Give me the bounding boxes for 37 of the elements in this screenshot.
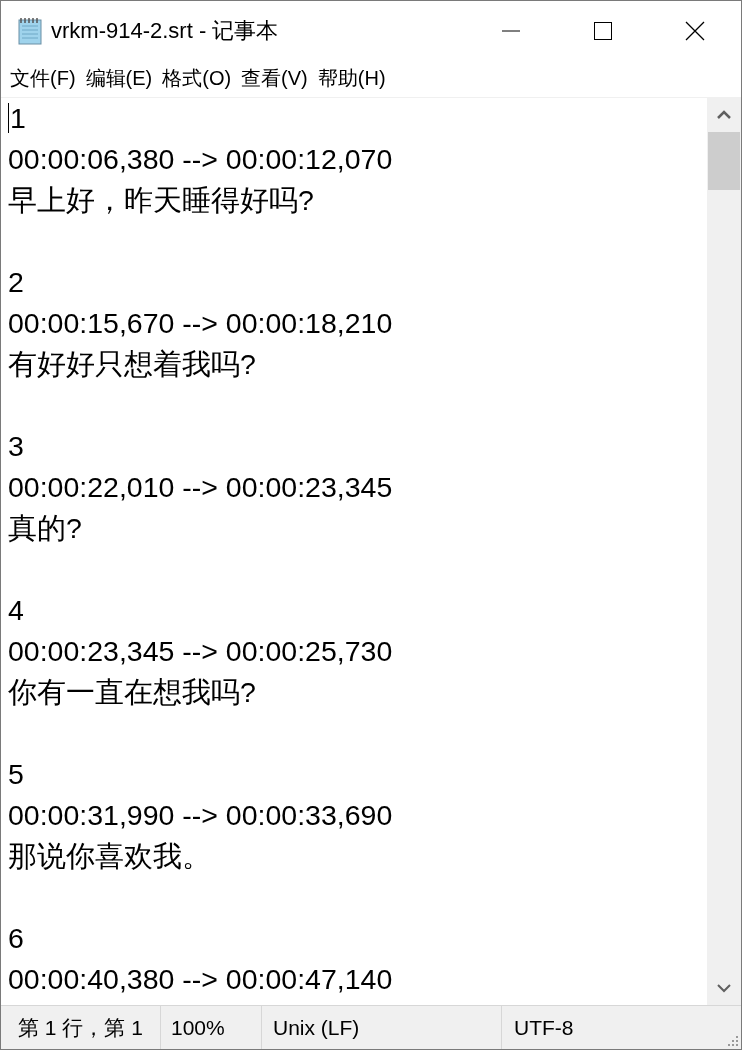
cursor-position: 第 1 行，第 1 [17, 1014, 143, 1041]
subtitle-timing: 00:00:22,010 --> 00:00:23,345 [8, 469, 393, 505]
subtitle-text: 那说你喜欢我。 [8, 838, 211, 874]
text-cursor [8, 103, 9, 134]
chevron-down-icon [717, 983, 731, 994]
subtitle-timing: 00:00:31,990 --> 00:00:33,690 [8, 797, 393, 833]
menu-item[interactable]: 格式(O) [157, 63, 237, 95]
subtitle-index: 3 [8, 428, 24, 464]
subtitle-index: 1 [10, 100, 26, 136]
subtitle-timing: 00:00:06,380 --> 00:00:12,070 [8, 141, 393, 177]
menu-item[interactable]: 文件(F) [5, 63, 81, 95]
menu-item[interactable]: 编辑(E) [80, 63, 158, 95]
notepad-icon [15, 16, 45, 46]
zoom-level: 100% [170, 1015, 225, 1040]
subtitle-timing: 00:00:23,345 --> 00:00:25,730 [8, 633, 393, 669]
vertical-scrollbar[interactable] [707, 97, 741, 1006]
menu-item[interactable]: 帮助(H) [312, 63, 391, 95]
line-ending: Unix (LF) [272, 1015, 360, 1040]
chevron-up-icon [717, 109, 731, 120]
resize-grip-icon[interactable] [726, 1034, 738, 1046]
subtitle-text: 真的? [8, 510, 82, 546]
minimize-icon [501, 30, 521, 32]
encoding: UTF-8 [513, 1015, 574, 1040]
subtitle-index: 5 [8, 756, 24, 792]
subtitle-text: 有好好只想着我吗? [8, 346, 256, 382]
subtitle-index: 2 [8, 264, 24, 300]
maximize-icon [593, 21, 613, 41]
subtitle-index: 6 [8, 920, 24, 956]
subtitle-timing: 00:00:15,670 --> 00:00:18,210 [8, 305, 393, 341]
subtitle-index: 4 [8, 592, 24, 628]
window-title: vrkm-914-2.srt - 记事本 [51, 17, 280, 45]
scroll-thumb[interactable] [708, 131, 740, 190]
close-icon [685, 21, 705, 41]
subtitle-text: 你有一直在想我吗? [8, 674, 256, 710]
subtitle-timing: 00:00:40,380 --> 00:00:47,140 [8, 961, 393, 997]
menu-item[interactable]: 查看(V) [236, 63, 313, 95]
subtitle-text: 早上好，昨天睡得好吗? [8, 182, 314, 218]
